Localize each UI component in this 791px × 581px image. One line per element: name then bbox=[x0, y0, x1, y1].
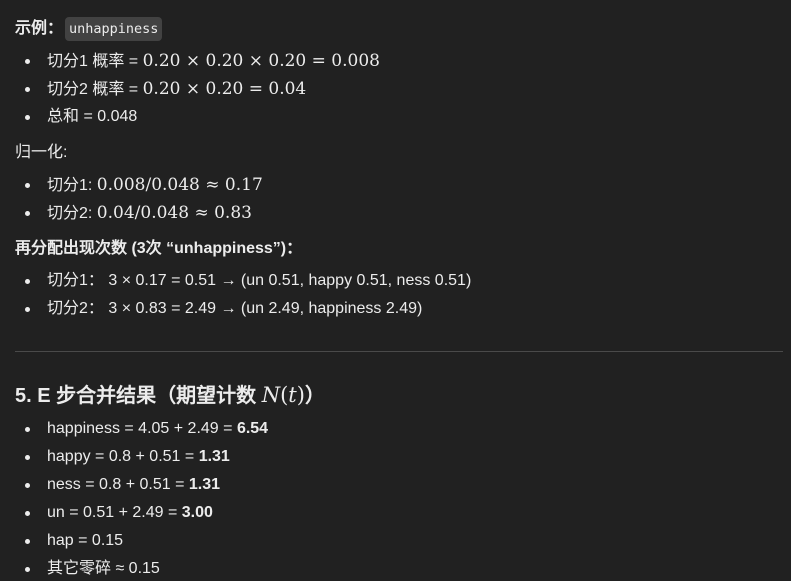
list-item-prefix: 切分1 概率 = bbox=[47, 53, 143, 70]
bullet-icon bbox=[25, 87, 30, 92]
math-symbol-t: t bbox=[288, 383, 297, 407]
list-item: 切分2 概率 = 0.20 × 0.20 = 0.04 bbox=[15, 75, 380, 103]
list-item: 切分1 概率 = 0.20 × 0.20 × 0.20 = 0.008 bbox=[15, 47, 380, 75]
heading-text: 5. E 步合并结果（期望计数 bbox=[15, 385, 262, 407]
list-item-prefix: 切分2 概率 = bbox=[47, 81, 143, 98]
math-symbol-n: N bbox=[261, 383, 281, 407]
list-item: un = 0.51 + 2.49 = 3.00 bbox=[15, 499, 268, 527]
bullet-icon bbox=[25, 59, 30, 64]
list-item: 其它零碎 ≈ 0.15 bbox=[15, 555, 268, 581]
list-item: happiness = 4.05 + 2.49 = 6.54 bbox=[15, 415, 268, 443]
bullet-icon bbox=[25, 115, 30, 120]
list-item-prefix: 切分1: bbox=[47, 177, 97, 194]
bullet-icon bbox=[25, 483, 30, 488]
list-item: 切分1： 3 × 0.17 = 0.51 → (un 0.51, happy 0… bbox=[15, 267, 471, 295]
normalize-list: 切分1: 0.008/0.048 ≈ 0.17 切分2: 0.04/0.048 … bbox=[15, 171, 263, 227]
bullet-icon bbox=[25, 539, 30, 544]
list-item: ness = 0.8 + 0.51 = 1.31 bbox=[15, 471, 268, 499]
bullet-icon bbox=[25, 211, 30, 216]
heading-end: ） bbox=[304, 385, 325, 407]
list-item: 切分1: 0.008/0.048 ≈ 0.17 bbox=[15, 171, 263, 199]
result-value: 1.31 bbox=[188, 476, 221, 493]
list-item: 总和 = 0.048 bbox=[15, 103, 380, 131]
list-item-text: un = 0.51 + 2.49 = bbox=[47, 504, 182, 521]
example-list: 切分1 概率 = 0.20 × 0.20 × 0.20 = 0.008 切分2 … bbox=[15, 47, 380, 131]
result-value: 3.00 bbox=[181, 504, 213, 521]
example-heading: 示例： unhappiness bbox=[15, 17, 163, 41]
list-item: 切分2： 3 × 0.83 = 2.49 → (un 2.49, happine… bbox=[15, 295, 471, 323]
math-expression: 0.04/0.048 ≈ 0.83 bbox=[96, 203, 252, 223]
list-item-text: 总和 = 0.048 bbox=[47, 108, 138, 125]
inline-code-unhappiness: unhappiness bbox=[65, 17, 163, 41]
list-item-text: 切分1： 3 × 0.17 = 0.51 → (un 0.51, happy 0… bbox=[47, 272, 472, 289]
math-paren-close: ) bbox=[296, 383, 305, 407]
bullet-icon bbox=[25, 427, 30, 432]
bullet-icon bbox=[25, 511, 30, 516]
list-item: happy = 0.8 + 0.51 = 1.31 bbox=[15, 443, 268, 471]
math-expression: 0.20 × 0.20 = 0.04 bbox=[142, 79, 307, 99]
bullet-icon bbox=[25, 567, 30, 572]
bullet-icon bbox=[25, 307, 30, 312]
result-value: 1.31 bbox=[198, 448, 230, 465]
result-value: 6.54 bbox=[236, 420, 269, 437]
redistribute-list: 切分1： 3 × 0.17 = 0.51 → (un 0.51, happy 0… bbox=[15, 267, 471, 323]
list-item-text: happiness = 4.05 + 2.49 = bbox=[47, 420, 237, 437]
list-item-text: hap = 0.15 bbox=[47, 532, 124, 549]
math-expression: 0.20 × 0.20 × 0.20 = 0.008 bbox=[142, 51, 380, 71]
list-item-text: 其它零碎 ≈ 0.15 bbox=[47, 560, 160, 577]
bullet-icon bbox=[25, 455, 30, 460]
list-item: 切分2: 0.04/0.048 ≈ 0.83 bbox=[15, 199, 263, 227]
section-5-heading: 5. E 步合并结果（期望计数 N(t)） bbox=[15, 381, 325, 410]
normalize-title: 归一化: bbox=[15, 144, 68, 161]
math-expression: 0.008/0.048 ≈ 0.17 bbox=[96, 175, 263, 195]
results-list: happiness = 4.05 + 2.49 = 6.54 happy = 0… bbox=[15, 415, 268, 581]
example-label: 示例： bbox=[15, 20, 64, 37]
list-item-text: ness = 0.8 + 0.51 = bbox=[47, 476, 189, 493]
list-item-prefix: 切分2: bbox=[47, 205, 97, 222]
bullet-icon bbox=[25, 279, 30, 284]
redistribute-title: 再分配出现次数 (3次 “unhappiness”)： bbox=[15, 240, 303, 257]
list-item-text: 切分2： 3 × 0.83 = 2.49 → (un 2.49, happine… bbox=[47, 300, 423, 317]
bullet-icon bbox=[25, 183, 30, 188]
list-item-text: happy = 0.8 + 0.51 = bbox=[47, 448, 199, 465]
list-item: hap = 0.15 bbox=[15, 527, 268, 555]
section-divider bbox=[15, 351, 783, 352]
